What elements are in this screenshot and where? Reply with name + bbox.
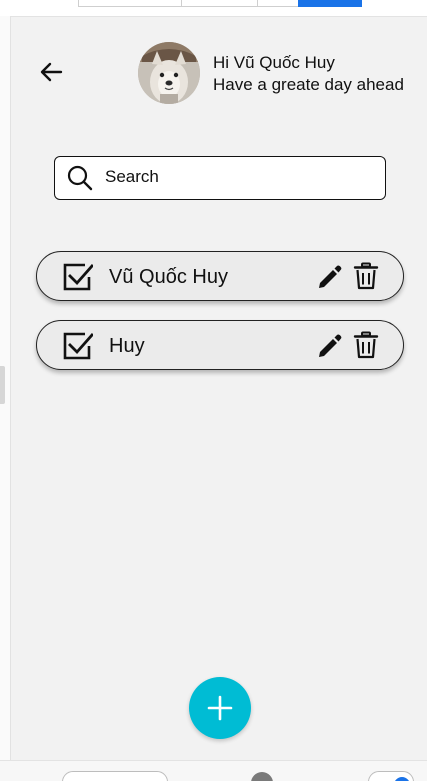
device-toolbar-tab[interactable] (181, 0, 258, 7)
pencil-icon[interactable] (316, 263, 342, 289)
add-task-button[interactable] (189, 677, 251, 739)
trash-icon[interactable] (353, 262, 379, 290)
plus-icon (207, 695, 233, 721)
greeting-subtitle: Have a greate day ahead (213, 75, 404, 94)
task-label: Vũ Quốc Huy (109, 266, 228, 288)
checkbox-checked-icon[interactable] (61, 330, 93, 362)
greeting: Hi Vũ Quốc Huy Have a greate day ahead (213, 52, 404, 96)
search-input[interactable] (105, 165, 375, 189)
device-toolbar-tab[interactable] (78, 0, 182, 7)
device-toolbar-tab-active[interactable] (298, 0, 362, 7)
avatar[interactable] (138, 42, 200, 104)
device-toolbar-tab[interactable] (257, 0, 299, 7)
app-screen: Hi Vũ Quốc Huy Have a greate day ahead V… (11, 17, 427, 760)
task-item[interactable]: Huy (36, 320, 404, 370)
arrow-left-icon (40, 62, 63, 82)
back-button[interactable] (37, 57, 67, 87)
devtools-top-bar (0, 0, 427, 17)
task-label: Huy (109, 335, 145, 357)
devtools-left-gutter (0, 16, 11, 760)
trash-icon[interactable] (353, 331, 379, 359)
avatar-image (138, 42, 200, 104)
devtools-toggle-knob (394, 777, 410, 781)
resize-handle[interactable] (0, 366, 5, 404)
devtools-bottom-bar (0, 760, 427, 781)
search-box[interactable] (54, 156, 386, 200)
pencil-icon[interactable] (316, 332, 342, 358)
greeting-name: Hi Vũ Quốc Huy (213, 53, 335, 72)
checkbox-checked-icon[interactable] (61, 261, 93, 293)
search-icon (67, 165, 93, 191)
task-item[interactable]: Vũ Quốc Huy (36, 251, 404, 301)
